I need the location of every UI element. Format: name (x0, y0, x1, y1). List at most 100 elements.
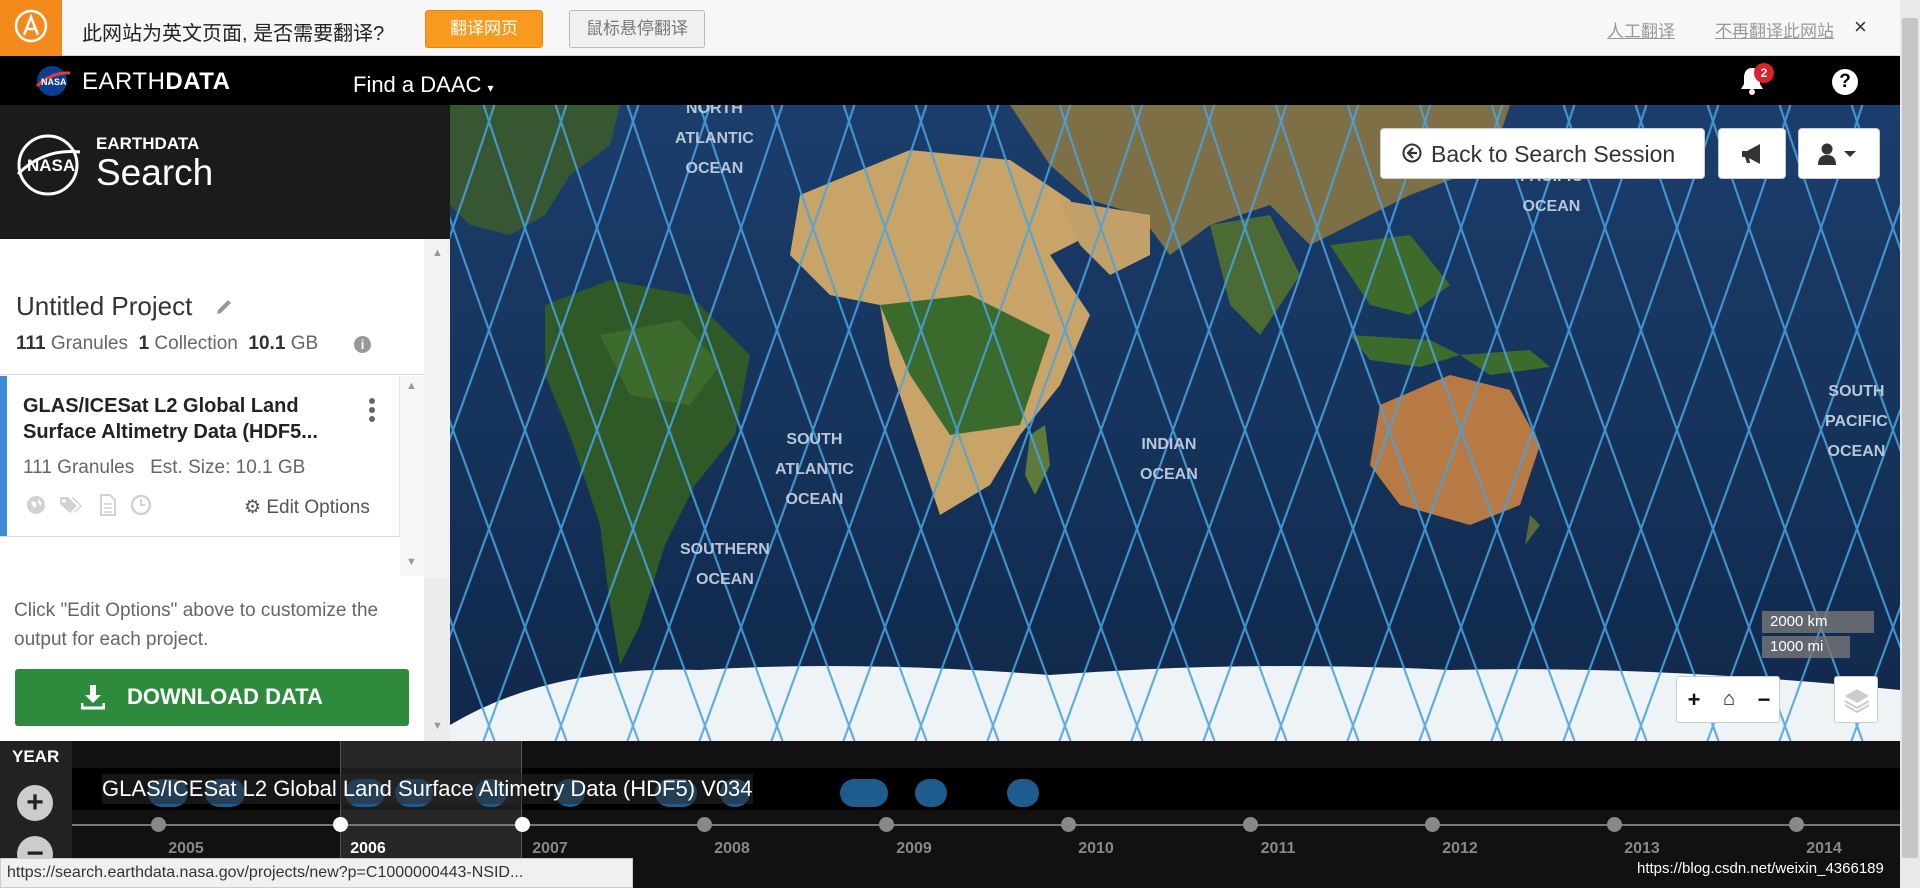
granules-label: Granules (50, 333, 128, 354)
close-translate-bar-icon[interactable]: × (1854, 14, 1867, 40)
feedback-button[interactable] (1718, 128, 1786, 179)
megaphone-icon (1742, 144, 1760, 164)
timeline-year-tick (1243, 817, 1258, 832)
layers-button[interactable] (1834, 676, 1878, 723)
timeline-year-label[interactable]: 2005 (151, 840, 221, 858)
timeline-year-tick (1789, 817, 1804, 832)
timeline-year-tick (697, 817, 712, 832)
timeline-year-tick (151, 817, 166, 832)
collection-est-size: Est. Size: 10.1 GB (150, 457, 306, 478)
timeline-year-label[interactable]: 2006 (333, 840, 403, 858)
edit-options-button[interactable]: ⚙ Edit Options (244, 496, 370, 519)
back-to-search-button[interactable]: Back to Search Session (1380, 128, 1705, 179)
find-daac-menu[interactable]: Find a DAAC ▾ (353, 72, 494, 98)
header-search: Search (96, 152, 214, 193)
nasa-logo-icon[interactable]: NASA (34, 64, 72, 98)
scroll-down-icon[interactable]: ▼ (432, 720, 443, 732)
divider (0, 374, 424, 375)
timeline-zoom-level: YEAR (12, 747, 60, 766)
timeline-year-label[interactable]: 2010 (1061, 840, 1131, 858)
collection-stats: 111 Granules Est. Size: 10.1 GB (23, 457, 305, 479)
earthdata-brand[interactable]: EARTHDATA (82, 68, 231, 96)
timeline-year-label[interactable]: 2009 (879, 840, 949, 858)
status-bar-url: https://search.earthdata.nasa.gov/projec… (0, 858, 633, 888)
map-scale: 2000 km 1000 mi (1762, 611, 1874, 659)
scroll-up-icon[interactable]: ▲ (432, 247, 443, 259)
arrow-circle-left-icon (1402, 143, 1422, 163)
granule-extent (1007, 779, 1039, 807)
zoom-in-button[interactable]: + (1677, 677, 1711, 722)
ocean-label: SOUTHERN OCEAN (680, 541, 770, 588)
panel-scrollbar[interactable]: ▲ (424, 239, 450, 578)
timeline-year-label[interactable]: 2008 (697, 840, 767, 858)
timeline-zoom-in-button[interactable]: + (17, 785, 53, 821)
zoom-out-button[interactable]: − (1747, 677, 1781, 722)
timeline-collection-title: GLAS/ICESat L2 Global Land Surface Altim… (102, 774, 753, 804)
pencil-icon[interactable] (214, 297, 234, 322)
timeline-year-label[interactable]: 2012 (1425, 840, 1495, 858)
size-unit: GB (290, 333, 319, 354)
granule-extent (840, 779, 888, 807)
world-map (450, 105, 1900, 741)
timeline-year-label[interactable]: 2013 (1607, 840, 1677, 858)
translate-page-button[interactable]: 翻译网页 (425, 10, 543, 48)
collection-count: 1 (138, 333, 150, 354)
project-stats: 111 Granules 1 Collection 10.1 GB (16, 333, 318, 355)
edit-options-label: Edit Options (266, 497, 370, 518)
top-navbar (0, 56, 1900, 105)
globe-icon[interactable] (25, 494, 47, 516)
ocean-label: SOUTH PACIFIC OCEAN (1825, 383, 1888, 460)
project-size: 10.1 (248, 333, 286, 354)
timeline-year-label[interactable]: 2007 (515, 840, 585, 858)
user-menu-button[interactable] (1798, 128, 1880, 179)
help-icon[interactable]: ? (1832, 69, 1858, 95)
never-translate-link[interactable]: 不再翻译此网站 (1715, 17, 1834, 42)
hover-translate-button[interactable]: 鼠标悬停翻译 (569, 10, 705, 48)
timeline-year-label[interactable]: 2011 (1243, 840, 1313, 858)
timeline-selection-handle[interactable] (515, 817, 530, 832)
zoom-controls: + ⌂ − (1676, 676, 1780, 723)
user-icon (1818, 143, 1856, 165)
translate-message: 此网站为英文页面, 是否需要翻译? (82, 23, 385, 45)
collection-label: Collection (154, 333, 238, 354)
clock-icon[interactable] (130, 494, 152, 516)
brand-bold: DATA (165, 68, 231, 95)
manual-translate-link[interactable]: 人工翻译 (1607, 17, 1675, 42)
map-view[interactable]: NORTH ATLANTIC OCEAN SOUTH ATLANTIC OCEA… (450, 105, 1900, 741)
info-icon[interactable]: i (354, 336, 371, 353)
download-label: DOWNLOAD DATA (127, 684, 323, 709)
granule-extent (915, 779, 947, 807)
scroll-up-icon[interactable]: ▲ (406, 380, 417, 392)
header-earthdata: EARTHDATA (96, 134, 200, 153)
collection-title[interactable]: GLAS/ICESat L2 Global Land Surface Altim… (23, 393, 353, 445)
nasa-meatball-icon[interactable]: NASA (14, 134, 82, 201)
granule-count: 111 (16, 333, 46, 354)
scroll-down-icon[interactable]: ▼ (406, 556, 417, 568)
back-to-search-label: Back to Search Session (1431, 141, 1676, 167)
svg-text:NASA: NASA (41, 77, 67, 87)
timeline-year-tick (1425, 817, 1440, 832)
document-icon[interactable] (98, 494, 120, 516)
home-icon[interactable]: ⌂ (1712, 677, 1746, 722)
chevron-down-icon: ▾ (487, 81, 494, 95)
project-title[interactable]: Untitled Project (16, 291, 192, 322)
timeline-year-tick (1607, 817, 1622, 832)
ocean-label: SOUTH ATLANTIC OCEAN (775, 431, 854, 508)
page-scrollbar-thumb[interactable] (1902, 18, 1918, 858)
timeline-year-tick (1061, 817, 1076, 832)
divider (0, 536, 400, 537)
brand-light: EARTH (82, 68, 166, 95)
notification-badge: 2 (1754, 63, 1774, 83)
timeline-year-label[interactable]: 2014 (1789, 840, 1859, 858)
translate-logo-icon (0, 0, 62, 56)
tags-icon[interactable] (58, 494, 82, 516)
collection-granules: 111 Granules (23, 457, 135, 478)
download-data-button[interactable]: DOWNLOAD DATA (15, 669, 409, 726)
watermark: https://blog.csdn.net/weixin_4366189 (1637, 860, 1884, 877)
more-menu-icon[interactable] (368, 397, 376, 423)
gear-icon: ⚙ (244, 497, 262, 518)
timeline-year-tick (333, 817, 348, 832)
collection-list-scrollbar[interactable]: ▲ ▼ (400, 376, 424, 576)
ocean-label: NORTH ATLANTIC OCEAN (675, 105, 754, 177)
ocean-label: INDIAN OCEAN (1140, 436, 1198, 483)
